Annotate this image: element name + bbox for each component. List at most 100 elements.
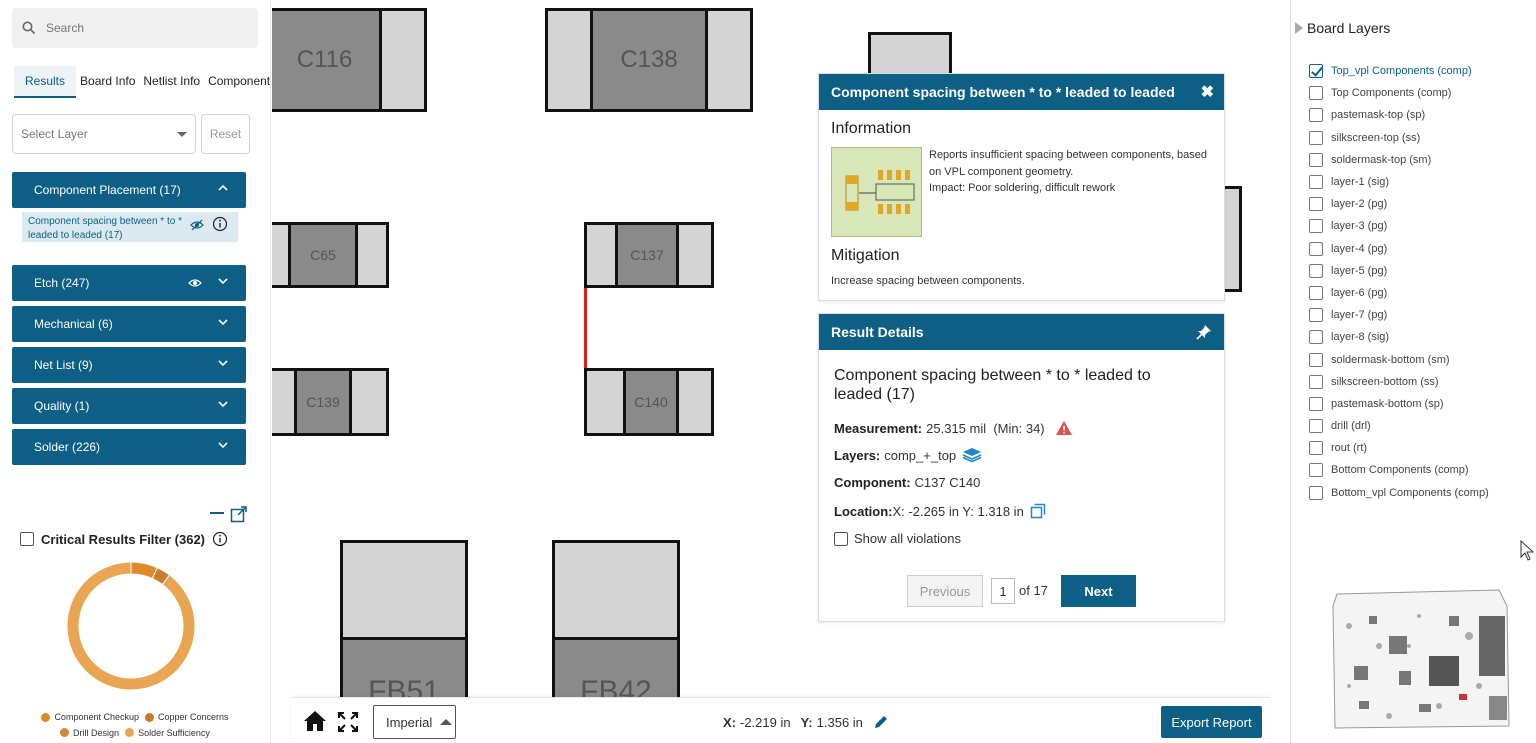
- component-c139[interactable]: C139: [294, 368, 352, 436]
- chevron-up-icon[interactable]: [218, 183, 228, 193]
- units-dropdown[interactable]: Imperial: [373, 705, 456, 739]
- component-pad: [349, 368, 389, 436]
- copy-icon[interactable]: [1030, 503, 1046, 519]
- export-report-button[interactable]: Export Report: [1161, 706, 1262, 738]
- layer-checkbox[interactable]: [1309, 219, 1323, 234]
- info-icon[interactable]: [212, 216, 228, 232]
- layer-checkbox[interactable]: [1309, 86, 1323, 101]
- layer-checkbox[interactable]: [1309, 308, 1323, 323]
- layer-checkbox[interactable]: [1309, 64, 1323, 79]
- layer-checkbox[interactable]: [1309, 152, 1323, 167]
- previous-button[interactable]: Previous: [907, 575, 983, 607]
- info-icon[interactable]: [212, 531, 228, 547]
- layer-checkbox[interactable]: [1309, 197, 1323, 212]
- component-c116[interactable]: C116: [272, 8, 382, 112]
- chevron-down-icon[interactable]: [218, 440, 228, 450]
- layer-checkbox[interactable]: [1309, 441, 1323, 456]
- popout-icon[interactable]: [230, 505, 248, 523]
- layer-item[interactable]: Top_vpl Components (comp): [1309, 60, 1489, 82]
- layer-checkbox[interactable]: [1309, 352, 1323, 367]
- home-icon[interactable]: [303, 710, 327, 732]
- show-all-violations[interactable]: Show all violations: [834, 531, 961, 546]
- tab-board-info[interactable]: Board Info: [76, 66, 139, 98]
- component-c140[interactable]: C140: [623, 368, 679, 436]
- layer-item[interactable]: layer-5 (pg): [1309, 260, 1489, 282]
- layer-item[interactable]: Bottom_vpl Components (comp): [1309, 482, 1489, 504]
- layer-checkbox[interactable]: [1309, 396, 1323, 411]
- tab-netlist-info[interactable]: Netlist Info: [139, 66, 204, 98]
- select-layer-dropdown[interactable]: Select Layer: [12, 114, 196, 154]
- layer-item[interactable]: layer-3 (pg): [1309, 215, 1489, 237]
- search-input[interactable]: Search: [46, 21, 84, 35]
- layer-item[interactable]: pastemask-top (sp): [1309, 104, 1489, 126]
- board-layers-header[interactable]: Board Layers: [1295, 20, 1390, 36]
- layer-checkbox[interactable]: [1309, 175, 1323, 190]
- legend-item[interactable]: Copper Concerns: [145, 710, 229, 724]
- layer-checkbox[interactable]: [1309, 485, 1323, 500]
- layer-item[interactable]: Bottom Components (comp): [1309, 459, 1489, 481]
- tab-results[interactable]: Results: [14, 66, 77, 98]
- category-mechanical[interactable]: Mechanical (6): [12, 306, 246, 342]
- layer-checkbox[interactable]: [1309, 419, 1323, 434]
- category-etch[interactable]: Etch (247): [12, 265, 246, 301]
- edit-icon[interactable]: [873, 714, 889, 730]
- component-c138[interactable]: C138: [590, 8, 708, 112]
- layer-checkbox[interactable]: [1309, 463, 1323, 478]
- layer-item[interactable]: layer-4 (pg): [1309, 238, 1489, 260]
- layer-item[interactable]: silkscreen-top (ss): [1309, 127, 1489, 149]
- layer-item[interactable]: Top Components (comp): [1309, 82, 1489, 104]
- layer-checkbox[interactable]: [1309, 263, 1323, 278]
- pin-icon[interactable]: [1196, 324, 1212, 340]
- layer-item[interactable]: layer-2 (pg): [1309, 193, 1489, 215]
- chevron-down-icon[interactable]: [218, 358, 228, 368]
- close-icon[interactable]: ✖: [1201, 82, 1214, 102]
- layer-item[interactable]: layer-6 (pg): [1309, 282, 1489, 304]
- category-solder[interactable]: Solder (226): [12, 429, 246, 465]
- layer-checkbox[interactable]: [1309, 130, 1323, 145]
- layer-checkbox[interactable]: [1309, 330, 1323, 345]
- layer-item[interactable]: drill (drl): [1309, 415, 1489, 437]
- layer-item[interactable]: pastemask-bottom (sp): [1309, 393, 1489, 415]
- layer-item[interactable]: rout (rt): [1309, 437, 1489, 459]
- category-net-list[interactable]: Net List (9): [12, 347, 246, 383]
- minimize-button[interactable]: [210, 512, 224, 514]
- violation-marker[interactable]: [584, 288, 587, 371]
- legend-label: Drill Design: [73, 727, 120, 738]
- result-item-component-spacing[interactable]: Component spacing between * to * leaded …: [22, 212, 238, 242]
- layer-checkbox[interactable]: [1309, 285, 1323, 300]
- layer-item[interactable]: silkscreen-bottom (ss): [1309, 371, 1489, 393]
- legend-item[interactable]: Drill Design: [60, 726, 119, 740]
- board-minimap[interactable]: [1329, 586, 1511, 731]
- chevron-down-icon[interactable]: [218, 276, 228, 286]
- legend-item[interactable]: Solder Sufficiency: [125, 726, 210, 740]
- expand-arrow-icon[interactable]: [1295, 22, 1303, 34]
- layer-checkbox[interactable]: [1309, 241, 1323, 256]
- layer-item[interactable]: layer-1 (sig): [1309, 171, 1489, 193]
- category-quality[interactable]: Quality (1): [12, 388, 246, 424]
- eye-off-icon[interactable]: [190, 219, 204, 231]
- chevron-down-icon[interactable]: [218, 317, 228, 327]
- layer-item[interactable]: soldermask-top (sm): [1309, 149, 1489, 171]
- donut-legend: Component Checkup Copper Concerns Drill De…: [20, 710, 250, 741]
- search-box[interactable]: Search: [12, 8, 258, 48]
- next-button[interactable]: Next: [1061, 575, 1136, 607]
- fit-to-screen-icon[interactable]: [337, 711, 359, 733]
- page-number-input[interactable]: 1: [991, 578, 1015, 604]
- eye-icon[interactable]: [188, 278, 202, 288]
- layer-item[interactable]: layer-8 (sig): [1309, 326, 1489, 348]
- layer-checkbox[interactable]: [1309, 108, 1323, 123]
- donut-segment[interactable]: [66, 561, 196, 691]
- component-c65[interactable]: C65: [288, 222, 358, 288]
- component-c137[interactable]: C137: [615, 222, 679, 288]
- legend-item[interactable]: Component Checkup: [41, 710, 139, 724]
- critical-results-filter[interactable]: Critical Results Filter (362): [20, 531, 228, 547]
- tab-component[interactable]: Component: [204, 66, 274, 98]
- layer-item[interactable]: soldermask-bottom (sm): [1309, 348, 1489, 370]
- chevron-down-icon[interactable]: [218, 399, 228, 409]
- layer-item[interactable]: layer-7 (pg): [1309, 304, 1489, 326]
- reset-button[interactable]: Reset: [201, 114, 250, 154]
- category-component-placement[interactable]: Component Placement (17): [12, 172, 246, 208]
- critical-filter-checkbox[interactable]: [20, 532, 34, 546]
- layer-checkbox[interactable]: [1309, 374, 1323, 389]
- show-all-checkbox[interactable]: [834, 531, 848, 546]
